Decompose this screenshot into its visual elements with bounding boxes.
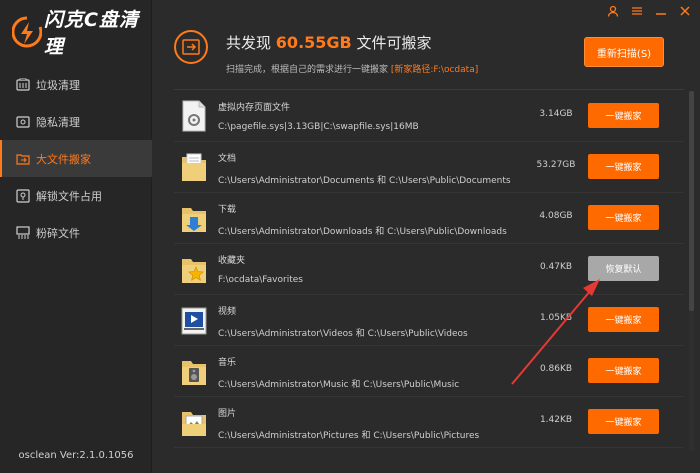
app-logo: 闪克C盘清理 [11, 9, 151, 58]
move-button[interactable]: 一键搬家 [588, 307, 659, 332]
lightning-logo-icon [11, 16, 43, 48]
folder-path: C:\Users\Administrator\Downloads 和 C:\Us… [218, 227, 507, 237]
sidebar: 闪克C盘清理 垃圾清理 隐私清理 大文件搬家 解锁文件占用 粉碎文件 oscle… [0, 0, 152, 473]
move-button[interactable]: 一键搬家 [588, 154, 659, 179]
scan-status: 扫描完成，根据自己的需求进行一键搬家 [新家路径:F:\ocdata] [226, 62, 478, 75]
sidebar-item-label: 大文件搬家 [36, 152, 91, 166]
list-item: 收藏夹 F:\ocdata\Favorites 0.47KB 恢复默认 [174, 244, 684, 295]
result-header: 共发现 60.55GB 文件可搬家 扫描完成，根据自己的需求进行一键搬家 [新家… [174, 30, 684, 80]
folder-path: C:\Users\Administrator\Documents 和 C:\Us… [218, 176, 511, 186]
folder-name: 虚拟内存页面文件 [218, 103, 291, 113]
folder-size: 1.05KB [539, 313, 573, 323]
downloads-folder-icon [180, 202, 208, 234]
sidebar-item-label: 隐私清理 [36, 115, 80, 129]
folder-name: 音乐 [218, 358, 237, 368]
title-suffix: 文件可搬家 [356, 34, 432, 52]
list-item: 文档 C:\Users\Administrator\Documents 和 C:… [174, 142, 684, 193]
sidebar-item-label: 粉碎文件 [36, 226, 80, 240]
sidebar-item-shred-file[interactable]: 粉碎文件 [0, 214, 152, 251]
folder-path: C:\Users\Administrator\Pictures 和 C:\Use… [218, 431, 480, 441]
folder-move-icon [16, 152, 30, 166]
new-home-path: [新家路径:F:\ocdata] [390, 65, 479, 75]
rescan-button[interactable]: 重新扫描(S) [584, 37, 664, 67]
menu-icon[interactable] [630, 4, 644, 18]
move-button[interactable]: 一键搬家 [588, 409, 659, 434]
total-size: 60.55GB [275, 33, 352, 52]
folder-size: 0.47KB [539, 262, 573, 272]
trash-icon [16, 78, 30, 92]
move-button[interactable]: 一键搬家 [588, 103, 659, 128]
list-scrollbar[interactable] [689, 91, 694, 451]
folder-size: 1.42KB [539, 415, 573, 425]
folder-path: F:\ocdata\Favorites [218, 275, 303, 285]
folder-path: C:\Users\Administrator\Videos 和 C:\Users… [218, 329, 468, 339]
list-item: 图片 C:\Users\Administrator\Pictures 和 C:\… [174, 397, 684, 448]
list-item: 下载 C:\Users\Administrator\Downloads 和 C:… [174, 193, 684, 244]
folder-list: 虚拟内存页面文件 C:\pagefile.sys|3.13GB|C:\swapf… [174, 91, 684, 448]
minimize-icon[interactable] [654, 4, 668, 18]
music-folder-icon [180, 355, 208, 387]
scan-status-text: 扫描完成，根据自己的需求进行一键搬家 [226, 65, 389, 75]
folder-path: C:\Users\Administrator\Music 和 C:\Users\… [218, 380, 460, 390]
unlock-icon [16, 188, 30, 203]
sidebar-item-label: 解锁文件占用 [36, 189, 102, 203]
sidebar-nav: 垃圾清理 隐私清理 大文件搬家 解锁文件占用 粉碎文件 [0, 66, 152, 251]
list-item: 视频 C:\Users\Administrator\Videos 和 C:\Us… [174, 295, 684, 346]
system-file-icon [180, 100, 208, 132]
folder-size: 4.08GB [539, 211, 573, 221]
folder-name: 图片 [218, 409, 237, 419]
sidebar-item-large-file-move[interactable]: 大文件搬家 [0, 140, 152, 177]
move-button[interactable]: 一键搬家 [588, 205, 659, 230]
sidebar-item-unlock-file[interactable]: 解锁文件占用 [0, 177, 152, 214]
user-icon[interactable] [606, 4, 620, 18]
sidebar-item-junk-clean[interactable]: 垃圾清理 [0, 66, 152, 103]
sidebar-item-privacy-clean[interactable]: 隐私清理 [0, 103, 152, 140]
scrollbar-thumb[interactable] [689, 91, 694, 311]
pictures-folder-icon [180, 406, 208, 438]
sidebar-item-label: 垃圾清理 [36, 78, 80, 92]
videos-folder-icon [180, 304, 208, 336]
folder-name: 文档 [218, 154, 237, 164]
close-icon[interactable] [678, 4, 692, 18]
folder-size: 53.27GB [536, 160, 576, 170]
shred-icon [16, 225, 30, 240]
move-button[interactable]: 一键搬家 [588, 358, 659, 383]
folder-path: C:\pagefile.sys|3.13GB|C:\swapfile.sys|1… [218, 122, 419, 132]
restore-default-button[interactable]: 恢复默认 [588, 256, 659, 281]
header-divider [174, 89, 684, 90]
page-title: 共发现 60.55GB 文件可搬家 [226, 32, 432, 53]
privacy-icon [16, 115, 30, 129]
folder-name: 收藏夹 [218, 256, 246, 266]
folder-name: 下载 [218, 205, 237, 215]
folder-name: 视频 [218, 307, 237, 317]
title-prefix: 共发现 [226, 34, 272, 52]
folder-move-icon [174, 30, 208, 64]
window-controls [606, 4, 692, 18]
folder-size: 0.86KB [539, 364, 573, 374]
documents-folder-icon [180, 151, 208, 183]
favorites-folder-icon [180, 253, 208, 285]
folder-size: 3.14GB [539, 109, 573, 119]
app-name: 闪克C盘清理 [44, 9, 139, 58]
list-item: 音乐 C:\Users\Administrator\Music 和 C:\Use… [174, 346, 684, 397]
list-item: 虚拟内存页面文件 C:\pagefile.sys|3.13GB|C:\swapf… [174, 91, 684, 142]
version-label: osclean Ver:2.1.0.1056 [18, 450, 134, 461]
